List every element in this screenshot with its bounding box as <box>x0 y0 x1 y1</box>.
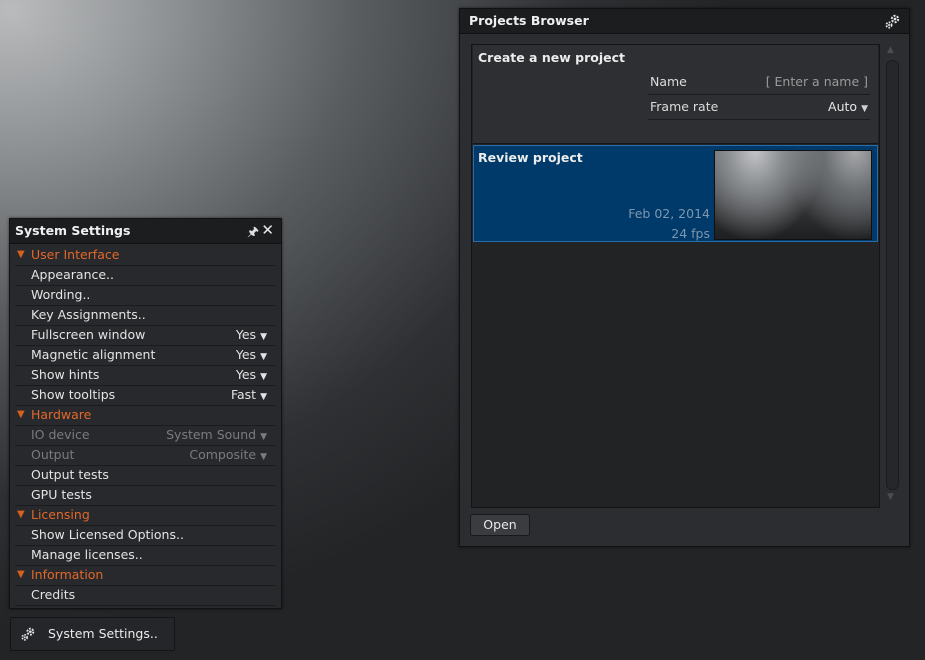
settings-label: Show Licensed Options.. <box>31 527 184 542</box>
dropdown-arrow-icon: ▼ <box>260 432 267 442</box>
projects-browser-titlebar[interactable]: Projects Browser <box>460 9 909 34</box>
triangle-down-icon[interactable]: ▼ <box>17 569 25 580</box>
settings-item-key-assignments[interactable]: Key Assignments.. <box>15 306 275 326</box>
settings-value-dropdown[interactable]: Yes ▼ <box>236 327 267 342</box>
settings-item-appearance[interactable]: Appearance.. <box>15 266 275 286</box>
settings-label: Output tests <box>31 467 109 482</box>
system-settings-taskbar-button[interactable]: System Settings.. <box>10 617 175 651</box>
settings-item-gpu-tests[interactable]: GPU tests <box>15 486 275 506</box>
triangle-down-icon[interactable]: ▼ <box>17 409 25 420</box>
settings-value: Fast <box>230 387 257 402</box>
gear-icon[interactable] <box>884 13 901 30</box>
settings-item-output-tests[interactable]: Output tests <box>15 466 275 486</box>
settings-item-credits[interactable]: Credits <box>15 586 275 606</box>
settings-label: User Interface <box>31 247 120 262</box>
settings-label: Wording.. <box>31 287 91 302</box>
system-settings-panel: System Settings 🖈 ✕ ▼ User Interface Appea… <box>9 218 282 609</box>
settings-label: IO device <box>31 427 90 442</box>
settings-value: Yes <box>235 367 257 382</box>
section-user-interface[interactable]: ▼ User Interface <box>15 246 275 266</box>
triangle-down-icon[interactable]: ▼ <box>17 509 25 520</box>
settings-item-manage-licenses[interactable]: Manage licenses.. <box>15 546 275 566</box>
dropdown-arrow-icon: ▼ <box>260 332 267 342</box>
review-project-card[interactable]: Review project Feb 02, 2014 24 fps <box>473 145 878 242</box>
settings-item-fullscreen-window[interactable]: Fullscreen window Yes ▼ <box>15 326 275 346</box>
settings-value-dropdown: System Sound ▼ <box>166 427 267 442</box>
settings-value-dropdown: Composite ▼ <box>189 447 267 462</box>
projects-browser-panel: Projects Browser Create a new project Na… <box>459 8 910 547</box>
settings-label: Magnetic alignment <box>31 347 156 362</box>
settings-value: System Sound <box>166 427 257 442</box>
settings-label: Key Assignments.. <box>31 307 146 322</box>
section-licensing[interactable]: ▼ Licensing <box>15 506 275 526</box>
framerate-dropdown[interactable]: Auto ▼ <box>828 99 868 114</box>
settings-label: Manage licenses.. <box>31 547 143 562</box>
framerate-field-row[interactable]: Frame rate Auto ▼ <box>648 95 870 120</box>
scrollbar-track[interactable] <box>886 60 899 490</box>
triangle-down-icon[interactable]: ▼ <box>17 249 25 260</box>
project-thumbnail <box>714 150 872 240</box>
settings-label: Appearance.. <box>31 267 115 282</box>
system-settings-title: System Settings <box>15 223 131 238</box>
system-settings-titlebar[interactable]: System Settings 🖈 ✕ <box>10 219 281 244</box>
create-project-card[interactable]: Create a new project Name [ Enter a name… <box>473 45 878 144</box>
project-fps: 24 fps <box>671 226 710 241</box>
section-information[interactable]: ▼ Information <box>15 566 275 586</box>
settings-label: Hardware <box>31 407 92 422</box>
review-project-title: Review project <box>478 150 583 165</box>
settings-item-magnetic-alignment[interactable]: Magnetic alignment Yes ▼ <box>15 346 275 366</box>
open-button[interactable]: Open <box>470 514 530 536</box>
settings-label: Show tooltips <box>31 387 116 402</box>
settings-value-dropdown[interactable]: Yes ▼ <box>236 347 267 362</box>
settings-label: Credits <box>31 587 76 602</box>
settings-label: Fullscreen window <box>31 327 146 342</box>
project-list-scrollbar[interactable]: ▲ ▼ <box>885 44 899 506</box>
settings-item-wording[interactable]: Wording.. <box>15 286 275 306</box>
settings-value: Composite <box>189 447 257 462</box>
gear-icon <box>21 627 35 641</box>
framerate-value: Auto <box>828 99 858 114</box>
scroll-down-arrow[interactable]: ▼ <box>887 492 894 502</box>
settings-item-show-licensed-options[interactable]: Show Licensed Options.. <box>15 526 275 546</box>
dropdown-arrow-icon: ▼ <box>260 352 267 362</box>
settings-label: Information <box>31 567 104 582</box>
settings-value-dropdown[interactable]: Fast ▼ <box>231 387 267 402</box>
framerate-label: Frame rate <box>650 99 719 114</box>
dropdown-arrow-icon: ▼ <box>260 392 267 402</box>
dropdown-arrow-icon: ▼ <box>861 104 868 114</box>
settings-item-output: Output Composite ▼ <box>15 446 275 466</box>
create-project-title: Create a new project <box>478 50 625 65</box>
section-hardware[interactable]: ▼ Hardware <box>15 406 275 426</box>
system-settings-button-label: System Settings.. <box>48 626 158 641</box>
settings-label: Show hints <box>31 367 100 382</box>
name-label: Name <box>650 74 687 89</box>
settings-item-show-tooltips[interactable]: Show tooltips Fast ▼ <box>15 386 275 406</box>
scroll-up-arrow[interactable]: ▲ <box>887 45 894 55</box>
close-icon[interactable]: ✕ <box>261 221 274 239</box>
dropdown-arrow-icon: ▼ <box>260 372 267 382</box>
project-date: Feb 02, 2014 <box>628 206 710 221</box>
settings-value: Yes <box>235 327 257 342</box>
settings-value-dropdown[interactable]: Yes ▼ <box>236 367 267 382</box>
project-list[interactable]: Create a new project Name [ Enter a name… <box>471 44 880 508</box>
settings-value: Yes <box>235 347 257 362</box>
settings-label: Output <box>31 447 75 462</box>
settings-label: Licensing <box>31 507 90 522</box>
settings-label: GPU tests <box>31 487 92 502</box>
settings-item-io-device: IO device System Sound ▼ <box>15 426 275 446</box>
dropdown-arrow-icon: ▼ <box>260 452 267 462</box>
projects-browser-title: Projects Browser <box>469 13 589 28</box>
name-input[interactable]: [ Enter a name ] <box>766 74 868 89</box>
pin-icon[interactable]: 🖈 <box>247 223 259 245</box>
settings-item-show-hints[interactable]: Show hints Yes ▼ <box>15 366 275 386</box>
name-field-row[interactable]: Name [ Enter a name ] <box>648 70 870 95</box>
